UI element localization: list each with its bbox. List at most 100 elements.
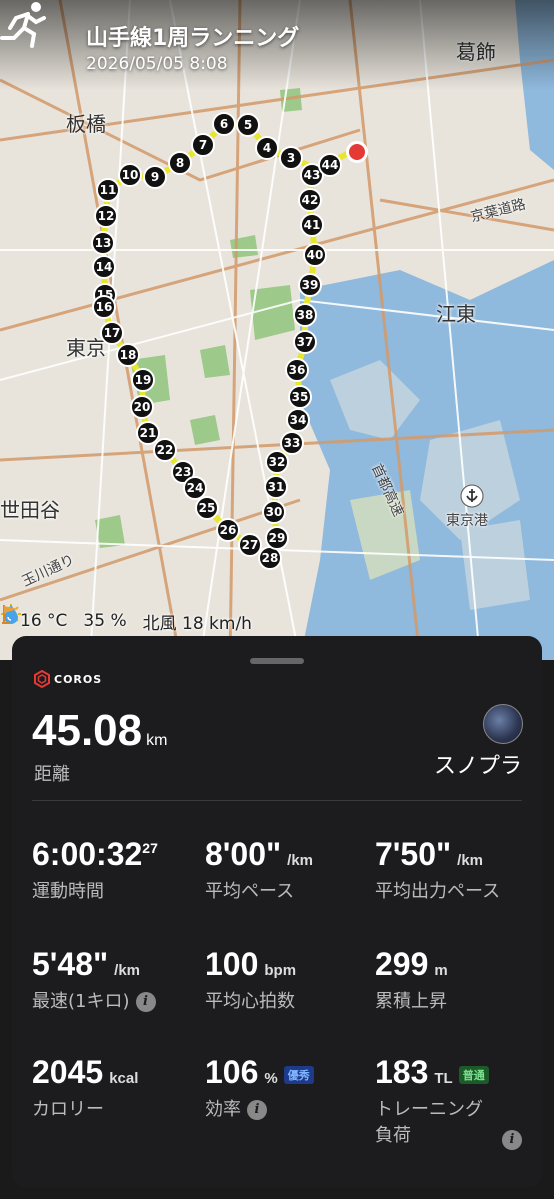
km-marker: 44 (318, 153, 342, 177)
stat-duration: 6:00:3227 運動時間 (32, 836, 202, 905)
temperature: 16 °C (1, 604, 68, 631)
km-marker: 11 (96, 178, 120, 202)
start-point-marker[interactable] (346, 141, 368, 163)
coros-logo-text: COROS (54, 672, 103, 686)
km-marker: 5 (236, 113, 260, 137)
km-marker: 25 (195, 496, 219, 520)
drag-handle[interactable] (250, 658, 304, 664)
km-marker: 20 (130, 395, 154, 419)
km-marker: 39 (298, 273, 322, 297)
fastest-km-label: 最速(1キロ) (32, 991, 130, 1012)
wind: 北風 18 km/h (2, 605, 252, 634)
stat-fastest-km: 5'48" /km 最速(1キロ) i (32, 946, 202, 1015)
km-marker: 31 (264, 475, 288, 499)
stat-calories: 2045 kcal カロリー (32, 1054, 202, 1123)
efficiency-badge: 優秀 (283, 1065, 314, 1084)
activity-date: 2026/05/05 8:08 (86, 54, 228, 74)
humidity: 35 % (4, 605, 127, 631)
screen: 板橋 葛飾 江東 東京港 世田谷 東京 京葉道路 首都高速 玉川通り 34567… (0, 0, 554, 1199)
stat-avg-heart-rate: 100 bpm 平均心拍数 (205, 946, 375, 1015)
elevation-label: 累積上昇 (375, 991, 447, 1012)
stat-elevation-gain: 299 m 累積上昇 (375, 946, 545, 1015)
stat-avg-power-pace: 7'50" /km 平均出力ペース (375, 836, 545, 905)
wind-value: 北風 18 km/h (142, 613, 252, 634)
duration-centiseconds: 27 (142, 840, 158, 856)
temperature-value: 16 °C (20, 611, 68, 631)
coros-logo-icon (34, 670, 50, 688)
training-load-value: 183 (375, 1054, 429, 1090)
avg-hr-value: 100 (205, 946, 259, 982)
training-load-badge: 普通 (458, 1065, 489, 1084)
km-marker: 40 (303, 243, 327, 267)
avatar[interactable] (483, 704, 523, 744)
coros-logo: COROS (34, 670, 102, 688)
km-marker: 41 (300, 213, 324, 237)
km-marker: 17 (100, 321, 124, 345)
info-icon[interactable]: i (247, 1100, 267, 1120)
km-marker: 13 (91, 231, 115, 255)
avg-hr-unit: bpm (264, 962, 297, 979)
km-marker: 3 (279, 146, 303, 170)
weather-bar: 16 °C 35 % 北風 18 km/h (0, 603, 554, 639)
fastest-km-value: 5'48" (32, 946, 109, 982)
km-marker: 8 (168, 151, 192, 175)
stat-avg-pace: 8'00" /km 平均ペース (205, 836, 375, 905)
duration-value: 6:00:32 (32, 836, 143, 872)
activity-title: 山手線1周ランニング (86, 26, 300, 51)
distance-value: 45.08 km (32, 706, 167, 756)
route-map[interactable]: 板橋 葛飾 江東 東京港 世田谷 東京 京葉道路 首都高速 玉川通り 34567… (0, 0, 554, 660)
activity-summary-card: COROS 45.08 km 距離 スノプラ 6:00:3227 運動時間 8'0… (12, 636, 542, 1188)
avg-power-pace-value: 7'50" (375, 836, 452, 872)
divider (32, 800, 522, 801)
calories-label: カロリー (32, 1099, 104, 1120)
avg-pace-label: 平均ペース (205, 881, 295, 902)
efficiency-label: 効率 (205, 1099, 241, 1120)
km-marker: 14 (92, 255, 116, 279)
map-label-itabashi: 板橋 (66, 112, 106, 136)
distance-number: 45.08 (32, 706, 143, 755)
calories-value: 2045 (32, 1054, 104, 1090)
km-marker: 29 (265, 526, 289, 550)
efficiency-value: 106 (205, 1054, 259, 1090)
humidity-value: 35 % (83, 611, 127, 631)
avg-pace-value: 8'00" (205, 836, 282, 872)
info-icon[interactable]: i (502, 1130, 522, 1150)
km-marker: 42 (298, 188, 322, 212)
avg-power-pace-unit: /km (457, 852, 484, 869)
km-marker: 26 (216, 518, 240, 542)
fastest-km-unit: /km (114, 962, 141, 979)
km-marker: 6 (212, 112, 236, 136)
km-marker: 37 (293, 330, 317, 354)
km-marker: 16 (92, 295, 116, 319)
avg-hr-label: 平均心拍数 (205, 991, 295, 1012)
training-load-unit: TL (434, 1070, 453, 1087)
calories-unit: kcal (109, 1070, 139, 1087)
km-marker: 7 (191, 133, 215, 157)
km-marker: 9 (143, 165, 167, 189)
training-load-label: トレーニング (375, 1099, 483, 1120)
km-marker: 38 (293, 303, 317, 327)
km-marker: 35 (288, 385, 312, 409)
km-marker: 33 (280, 431, 304, 455)
elevation-value: 299 (375, 946, 429, 982)
avg-pace-unit: /km (287, 852, 314, 869)
km-marker: 34 (286, 408, 310, 432)
elevation-unit: m (434, 962, 448, 979)
distance-unit: km (146, 732, 168, 749)
stat-efficiency: 106% 優秀 効率 i (205, 1054, 375, 1123)
km-marker: 30 (262, 500, 286, 524)
running-icon (0, 2, 46, 48)
map-label-tokyo-port: 東京港 (446, 513, 488, 529)
km-marker: 36 (285, 358, 309, 382)
km-marker: 19 (131, 368, 155, 392)
distance-label: 距離 (34, 764, 70, 785)
avg-power-pace-label: 平均出力ペース (375, 881, 501, 902)
map-label-setagaya: 世田谷 (0, 498, 60, 522)
username[interactable]: スノプラ (434, 748, 522, 780)
efficiency-unit: % (264, 1070, 278, 1087)
info-icon[interactable]: i (135, 992, 156, 1012)
km-marker: 12 (94, 204, 118, 228)
km-marker: 22 (153, 438, 177, 462)
port-anchor-icon (460, 484, 484, 508)
km-marker: 10 (118, 163, 142, 187)
